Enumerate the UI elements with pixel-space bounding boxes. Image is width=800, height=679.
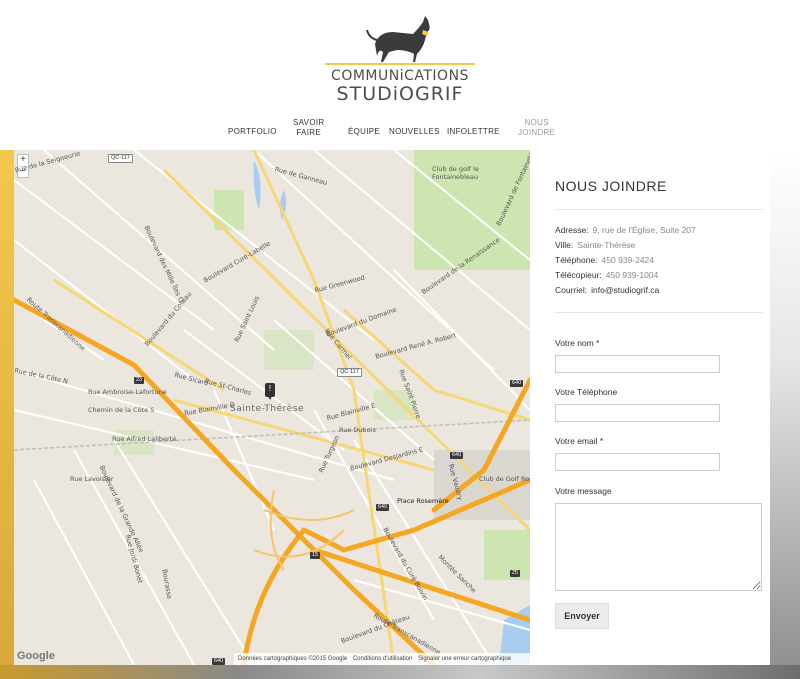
route-shield-25: 25 [510,570,521,577]
background-right-strip [770,150,800,679]
phone-value: 450 939-2424 [601,255,655,265]
google-logo: Google [17,650,55,662]
phone-row: Téléphone: 450 939-2424 [555,255,654,265]
logo-text-studiogrif: STUDiOGRIF [336,83,464,105]
submit-button[interactable]: Envoyer [555,603,609,629]
city-row: Ville: Sainte-Thérèse [555,240,635,250]
nav-savoir-faire[interactable]: SAVOIR FAIRE [293,118,324,138]
route-shield-640-3: 640 [376,504,390,511]
address-label: Adresse: [555,225,589,235]
address-row: Adresse: 9, rue de l'Église, Suite 207 [555,225,696,235]
greyhound-dog-icon [366,16,430,62]
email-link[interactable]: info@studiogrif.ca [591,285,659,295]
map-label-place-rosemere: Place Rosemère [397,497,449,505]
nav-equipe[interactable]: ÉQUIPE [348,127,380,137]
background-left-strip [0,150,14,679]
site-header: COMMUNiCATIONS STUDiOGRIF PORTFOLIO SAVO… [0,0,800,150]
email-field[interactable] [555,453,720,471]
map-label-ambroise: Rue Ambroise-Lafortune [88,388,167,396]
address-value: 9, rue de l'Église, Suite 207 [592,225,696,235]
route-shield-640: 640 [510,380,524,387]
map-data-credit: Données cartographiques ©2015 Google [238,656,348,662]
map-location-marker[interactable]: ! [265,383,275,400]
email-row: Courriel: info@studiogrif.ca [555,285,659,295]
email-label: Courriel: [555,285,588,295]
map-label-lavoisier: Rue Lavoisier [70,475,114,483]
name-field-label: Votre nom * [555,338,600,348]
map-label-golf-rosemere: Club de Golf Rosemère [479,475,530,483]
fax-row: Télécopieur: 450 939-1004 [555,270,658,280]
nav-infolettre[interactable]: INFOLETTRE [447,127,500,137]
phone-label: Téléphone: [555,255,598,265]
map-label-dubois: Rue Dubois [339,426,376,434]
phone-field[interactable] [555,404,720,422]
divider [555,209,763,210]
map-label-cote-s: Chemin de la Côte S [88,406,155,414]
route-shield-qc117: QC-117 [108,154,133,163]
message-field[interactable] [555,503,762,591]
route-shield-640-2: 640 [450,452,464,459]
map-terms-link[interactable]: Conditions d'utilisation [353,656,413,662]
message-field-label: Votre message [555,486,612,496]
map-city-label: Sainte-Thérèse [230,404,304,414]
map-label-alfred: Rue Alfred Laliberté [112,435,177,443]
route-shield-qc117-2: QC-117 [337,368,362,377]
nav-nouvelles[interactable]: NOUVELLES [389,127,440,137]
fax-value: 450 939-1004 [605,270,659,280]
route-shield-23: 23 [134,377,145,384]
map-report-link[interactable]: Signaler une erreur cartographique [418,656,511,662]
contact-panel: NOUS JOINDRE Adresse: 9, rue de l'Église,… [530,150,770,665]
background-bottom-strip [0,665,800,679]
nav-portfolio[interactable]: PORTFOLIO [228,127,277,137]
route-shield-640-4: 640 [212,658,226,665]
phone-field-label: Votre Téléphone [555,387,618,397]
nav-nous-joindre[interactable]: NOUS JOINDRE [518,118,555,138]
city-label: Ville: [555,240,574,250]
city-value: Sainte-Thérèse [577,240,636,250]
divider [555,312,763,313]
map-footer: Données cartographiques ©2015 Google Con… [234,653,530,665]
logo-text-communications: COMMUNiCATIONS [331,68,469,84]
main-nav: PORTFOLIO SAVOIR FAIRE ÉQUIPE NOUVELLES … [0,118,800,142]
name-field[interactable] [555,355,720,373]
fax-label: Télécopieur: [555,270,602,280]
email-field-label: Votre email * [555,436,604,446]
google-map[interactable]: + − Sainte-Thérèse Boulevard Curé-Labell… [14,150,530,665]
logo-underline [325,63,475,65]
page-title: NOUS JOINDRE [555,178,667,194]
route-shield-15: 15 [310,552,321,559]
map-label-golf-fontainebleau: Club de golf le Fontainebleau [432,165,479,181]
